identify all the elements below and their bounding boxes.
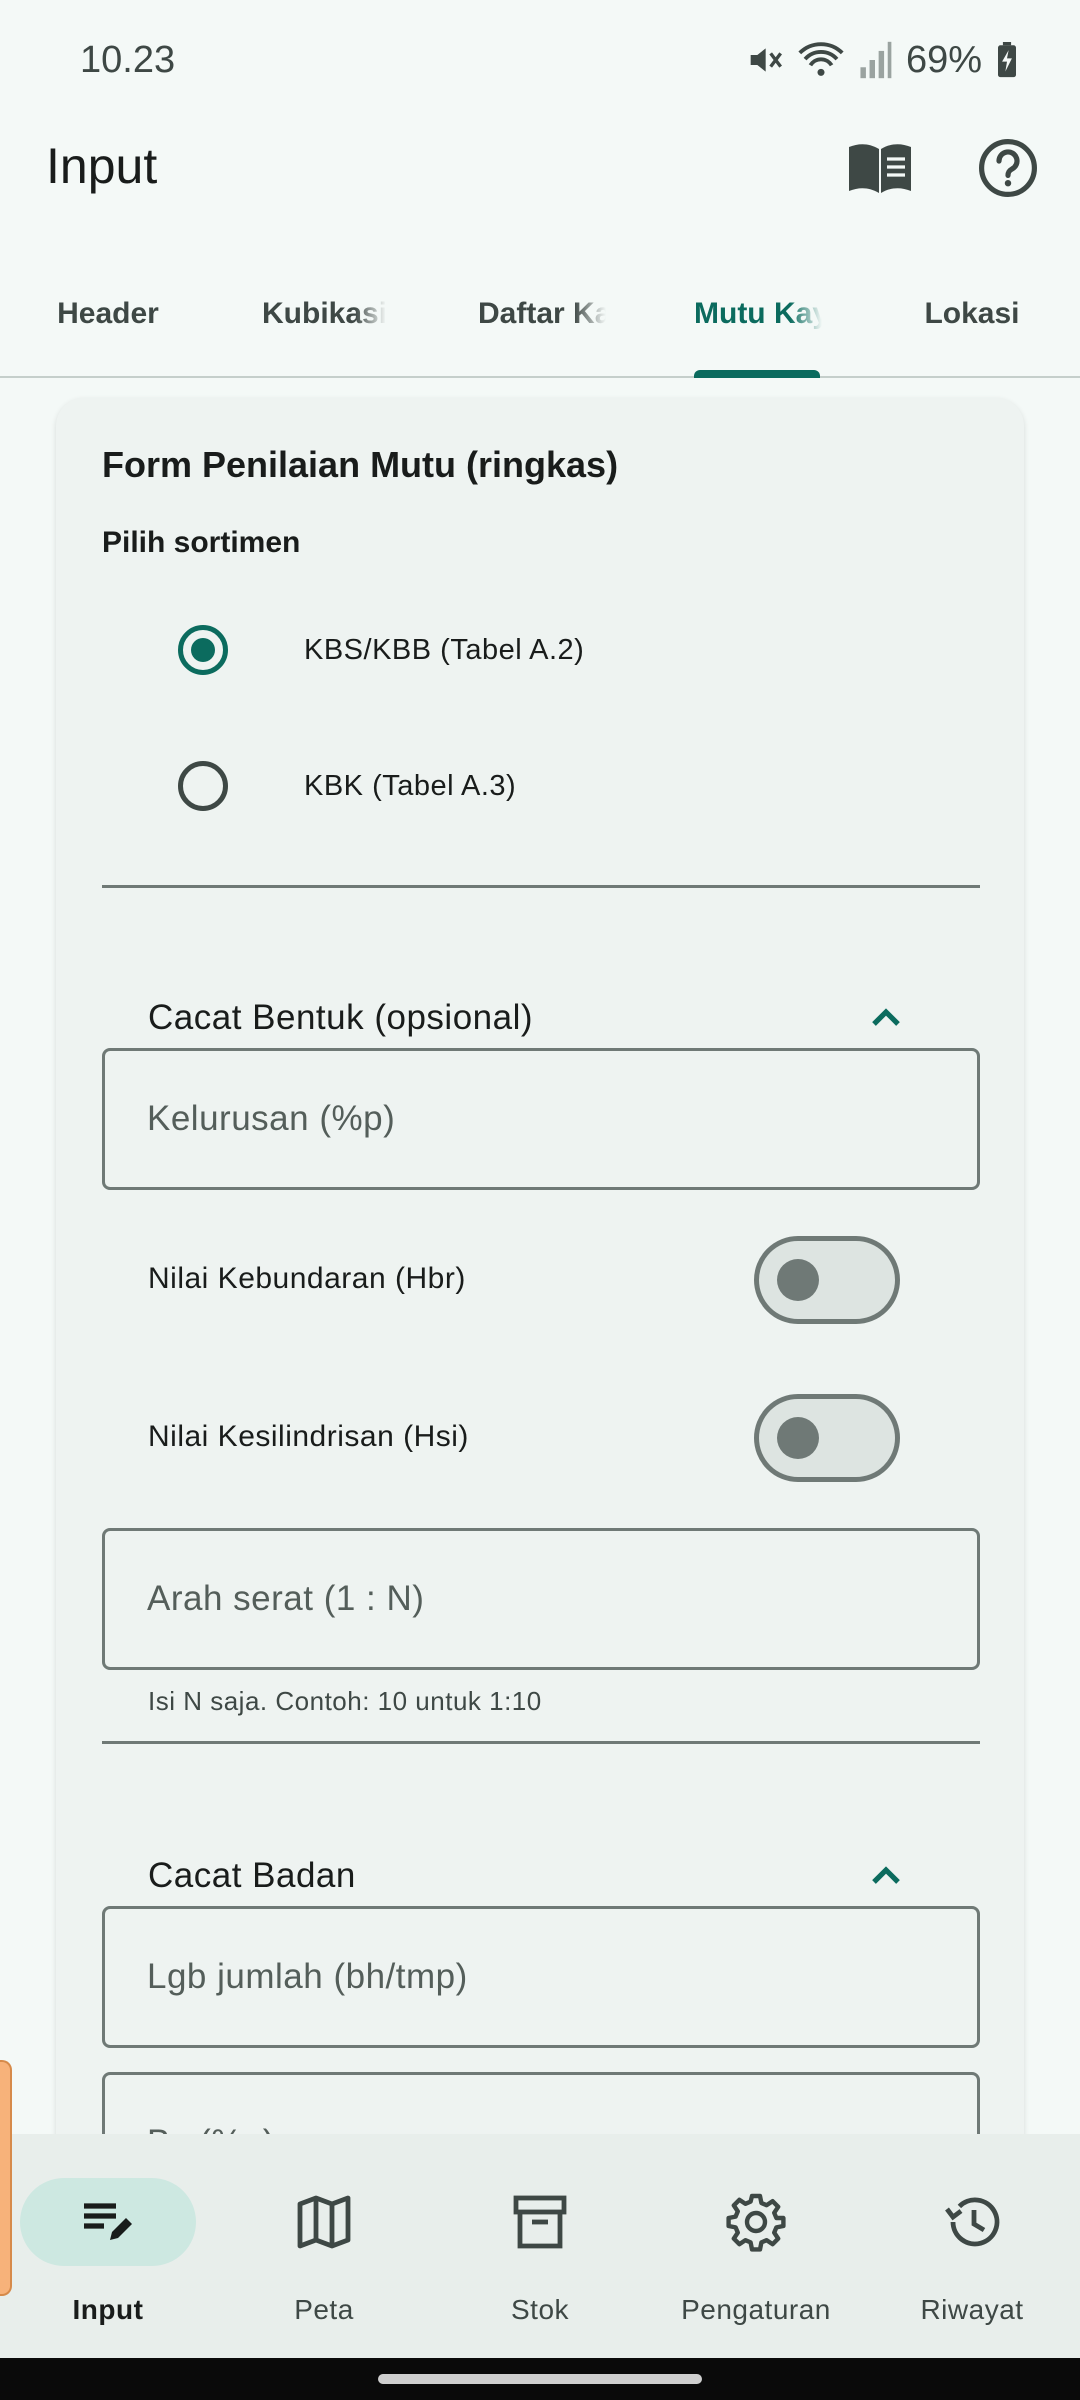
nav-label: Pengaturan — [681, 2294, 831, 2325]
toggle-thumb — [777, 1417, 819, 1459]
section-title: Cacat Badan — [148, 1856, 356, 1895]
section-title: Cacat Bentuk (opsional) — [148, 998, 534, 1037]
kelurusan-input[interactable] — [147, 1051, 927, 1187]
radio-selected-icon[interactable] — [178, 625, 228, 675]
guide-book-button[interactable] — [842, 130, 918, 206]
chevron-up-icon — [872, 1866, 900, 1884]
gesture-handle[interactable] — [378, 2374, 702, 2384]
lgb-field[interactable] — [102, 1906, 980, 2048]
top-app-bar: Input — [0, 120, 1080, 212]
chevron-up-icon — [872, 1008, 900, 1026]
tab-lokasi[interactable]: Lokasi — [864, 250, 1080, 378]
kebundaran-toggle[interactable] — [754, 1236, 900, 1324]
side-panel-handle[interactable] — [0, 2060, 12, 2296]
sortimen-label: Pilih sortimen — [102, 526, 301, 559]
nav-item-peta[interactable]: Peta — [216, 2134, 432, 2358]
status-time: 10.23 — [80, 38, 176, 81]
arah-serat-input[interactable] — [147, 1531, 927, 1667]
radio-label: KBK (Tabel A.3) — [304, 769, 517, 802]
radio-label: KBS/KBB (Tabel A.2) — [304, 633, 585, 666]
wifi-icon — [798, 42, 844, 76]
tab-header[interactable]: Header — [0, 250, 216, 378]
kesilindrisan-row: Nilai Kesilindrisan (Hsi) — [102, 1388, 980, 1488]
tab-kubikasi[interactable]: Kubikasi — [262, 250, 386, 378]
toggle-thumb — [777, 1259, 819, 1301]
quality-form-card: Form Penilaian Mutu (ringkas) Pilih sort… — [56, 398, 1024, 2214]
status-bar: 10.23 69% — [0, 0, 1080, 120]
history-icon — [945, 2197, 1000, 2247]
tab-daftar-kayu[interactable]: Daftar Kayu — [478, 250, 606, 378]
bottom-navigation: Input Peta Stok Pengaturan Riwayat — [0, 2134, 1080, 2358]
radio-option-kbk[interactable]: KBK (Tabel A.3) — [56, 736, 1024, 836]
battery-percent: 69% — [905, 38, 982, 81]
nav-item-input[interactable]: Input — [0, 2134, 216, 2358]
arah-serat-helper: Isi N saja. Contoh: 10 untuk 1:10 — [148, 1686, 542, 1716]
gesture-area — [0, 2358, 1080, 2400]
book-icon — [849, 144, 911, 193]
nav-label: Stok — [510, 2294, 570, 2325]
tab-indicator — [694, 370, 820, 378]
divider — [102, 1741, 980, 1744]
lgb-input[interactable] — [147, 1909, 927, 2045]
nav-item-stok[interactable]: Stok — [432, 2134, 648, 2358]
map-icon — [297, 2195, 351, 2249]
kesilindrisan-toggle[interactable] — [754, 1394, 900, 1482]
radio-option-kbs-kbb[interactable]: KBS/KBB (Tabel A.2) — [56, 600, 1024, 700]
nav-label: Input — [72, 2294, 144, 2325]
radio-unselected-icon[interactable] — [178, 761, 228, 811]
help-button[interactable] — [970, 130, 1046, 206]
nav-label: Peta — [294, 2294, 354, 2325]
kelurusan-field[interactable] — [102, 1048, 980, 1190]
kesilindrisan-label: Nilai Kesilindrisan (Hsi) — [148, 1420, 469, 1453]
arah-serat-field[interactable] — [102, 1528, 980, 1670]
help-icon — [979, 139, 1037, 197]
tab-row: Header Kubikasi Daftar Kayu Mutu Kayu Lo… — [0, 250, 1080, 378]
signal-icon — [860, 41, 892, 79]
form-title: Form Penilaian Mutu (ringkas) — [102, 444, 619, 485]
battery-icon — [998, 42, 1016, 78]
kebundaran-row: Nilai Kebundaran (Hbr) — [102, 1230, 980, 1330]
gear-icon — [726, 2193, 786, 2252]
divider — [102, 885, 980, 888]
nav-item-pengaturan[interactable]: Pengaturan — [648, 2134, 864, 2358]
edit-note-icon — [84, 2203, 132, 2240]
mute-icon — [750, 48, 782, 72]
archive-box-icon — [513, 2195, 567, 2249]
page-title: Input — [46, 138, 158, 194]
nav-item-riwayat[interactable]: Riwayat — [864, 2134, 1080, 2358]
kebundaran-label: Nilai Kebundaran (Hbr) — [148, 1262, 466, 1295]
tab-mutu-kayu[interactable]: Mutu Kayu — [694, 250, 822, 378]
status-icons: 69% — [744, 39, 1018, 82]
nav-label: Riwayat — [920, 2294, 1024, 2325]
